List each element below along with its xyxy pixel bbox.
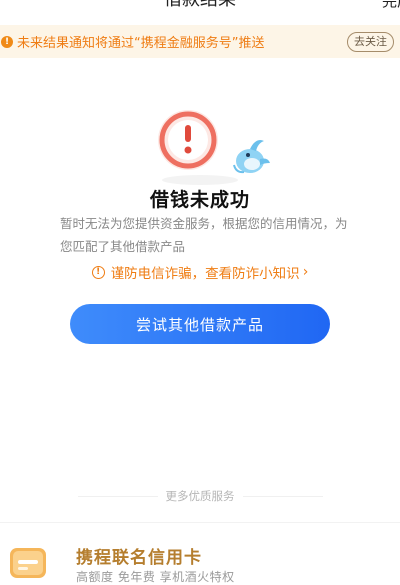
- result-description: 暂时无法为您提供资金服务，根据您的信用情况，为您匹配了其他借款产品: [60, 216, 348, 254]
- info-icon: !: [1, 35, 13, 48]
- chevron-right-icon: ›: [302, 264, 309, 280]
- notice-bar: ! 未来结果通知将通过“携程金融服务号”推送 去关注: [0, 25, 400, 58]
- divider-line: [77, 495, 158, 497]
- notice-text: 未来结果通知将通过“携程金融服务号”推送: [17, 36, 265, 51]
- info-icon: !: [91, 265, 105, 279]
- try-other-products-button[interactable]: 尝试其他借款产品: [70, 304, 330, 344]
- anti-fraud-link[interactable]: ! 谨防电信诈骗，查看防诈小知识 ›: [0, 262, 400, 282]
- more-services-label: 更多优质服务: [165, 489, 235, 503]
- section-divider: [0, 522, 400, 523]
- card-subtitle: 高额度 免年费 享机酒火特权: [76, 570, 235, 584]
- credit-card-icon: [10, 548, 46, 578]
- dolphin-mascot-icon: [233, 140, 270, 174]
- follow-button[interactable]: 去关注: [347, 32, 394, 52]
- done-button[interactable]: 完成: [382, 0, 400, 12]
- result-title: 借钱未成功: [149, 189, 250, 211]
- header: 借款结果 完成: [0, 0, 400, 22]
- more-services-divider: 更多优质服务: [0, 488, 400, 504]
- page-title: 借款结果: [0, 0, 400, 12]
- error-illustration: [150, 100, 280, 190]
- card-title: 携程联名信用卡: [76, 548, 202, 568]
- anti-fraud-text: 谨防电信诈骗，查看防诈小知识: [110, 266, 300, 282]
- divider-line: [242, 495, 323, 497]
